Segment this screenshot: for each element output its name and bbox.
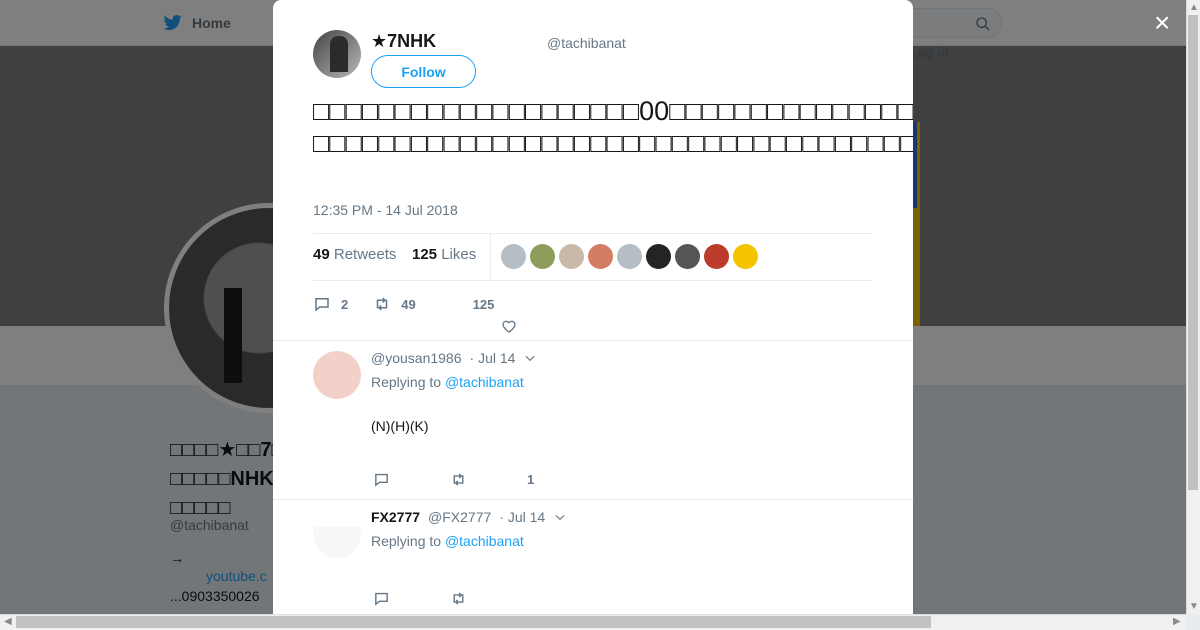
reply-like-action[interactable]: 1 (527, 471, 534, 488)
replying-to-link[interactable]: @tachibanat (445, 533, 524, 549)
reply-icon (375, 592, 388, 606)
scroll-down-arrow[interactable]: ▼ (1189, 602, 1199, 612)
reply-icon (315, 298, 329, 312)
tweet-text: □□□□□□□□□□□□□□□□□□□□00□□□□□□□□□□□□□□□□ □□… (313, 96, 913, 158)
reply-actions (373, 590, 527, 607)
replying-to: Replying to @tachibanat (371, 374, 524, 390)
reply-like-count: 1 (527, 472, 535, 487)
reply-header: @yousan1986 · Jul 14 (371, 350, 537, 366)
tweet-modal: ★7NHK @tachibanat Follow □□□□□□□□□□□□□□□… (273, 0, 913, 614)
author-name[interactable]: ★7NHK (371, 31, 436, 52)
replying-to-link[interactable]: @tachibanat (445, 374, 524, 390)
liker-avatars (501, 244, 758, 269)
liker-avatar[interactable] (530, 244, 555, 269)
reply-name[interactable]: FX2777 (371, 509, 420, 525)
tweet-stats: 49 Retweets 125 Likes (313, 233, 873, 281)
reply-count: 2 (341, 296, 349, 312)
reply-actions: 1 (373, 471, 594, 488)
reply-action[interactable]: 2 (313, 295, 348, 313)
follow-button[interactable]: Follow (371, 55, 476, 88)
liker-avatar[interactable] (704, 244, 729, 269)
like-action[interactable]: 125 (473, 297, 495, 312)
retweet-count: 49 (313, 246, 330, 263)
scroll-left-arrow[interactable]: ◀ (4, 617, 12, 627)
author-avatar[interactable] (313, 30, 361, 78)
liker-avatar[interactable] (501, 244, 526, 269)
stats-divider (490, 234, 491, 280)
retweet-icon (376, 297, 388, 311)
liker-avatar[interactable] (617, 244, 642, 269)
reply-handle[interactable]: @FX2777 (428, 509, 491, 525)
liker-avatar[interactable] (733, 244, 758, 269)
likes-label: Likes (441, 246, 477, 263)
liker-avatar[interactable] (588, 244, 613, 269)
retweet-action[interactable]: 49 (373, 295, 416, 313)
replying-to: Replying to @tachibanat (371, 533, 524, 549)
vertical-scroll-thumb[interactable] (1188, 15, 1198, 490)
replying-prefix: Replying to (371, 533, 442, 549)
reply-handle[interactable]: @yousan1986 (371, 350, 462, 366)
chevron-down-icon[interactable] (553, 510, 567, 524)
reply-retweet-action[interactable] (450, 590, 467, 607)
reply-header: FX2777 @FX2777 · Jul 14 (371, 509, 567, 525)
retweet-action-count: 49 (401, 296, 416, 312)
liker-avatar[interactable] (559, 244, 584, 269)
reply-reply-action[interactable] (373, 471, 390, 488)
reply-avatar[interactable] (313, 351, 361, 399)
scroll-right-arrow[interactable]: ▶ (1173, 617, 1181, 627)
reply-date[interactable]: · Jul 14 (470, 350, 516, 366)
heart-icon[interactable] (501, 318, 517, 334)
reply-reply-action[interactable] (373, 590, 390, 607)
reply-text: (N)(H)(K) (371, 418, 429, 434)
close-icon[interactable]: × (1154, 9, 1178, 37)
like-action-count: 125 (472, 296, 495, 312)
liker-avatar[interactable] (646, 244, 671, 269)
chevron-down-icon[interactable] (523, 351, 537, 365)
tweet-actions: 2 49 125 (313, 294, 519, 314)
retweet-icon (453, 592, 464, 605)
author-handle[interactable]: @tachibanat (547, 35, 626, 51)
replying-prefix: Replying to (371, 374, 442, 390)
tweet-timestamp[interactable]: 12:35 PM - 14 Jul 2018 (313, 202, 458, 218)
liker-avatar[interactable] (675, 244, 700, 269)
reply-item[interactable]: @yousan1986 · Jul 14 Replying to @tachib… (273, 340, 913, 500)
reply-date[interactable]: · Jul 14 (499, 509, 545, 525)
reply-item[interactable]: FX2777 @FX2777 · Jul 14 Replying to @tac… (273, 499, 913, 614)
reply-retweet-action[interactable] (450, 471, 467, 488)
scroll-up-arrow[interactable]: ▲ (1189, 3, 1199, 13)
retweet-icon (453, 473, 464, 486)
likes-stat[interactable]: 125 Likes (412, 246, 476, 263)
reply-avatar[interactable] (313, 510, 361, 558)
likes-count: 125 (412, 246, 438, 263)
reply-icon (375, 473, 388, 487)
retweet-stat[interactable]: 49 Retweets (313, 246, 396, 263)
retweet-label: Retweets (333, 246, 397, 263)
horizontal-scroll-thumb[interactable] (16, 616, 931, 628)
